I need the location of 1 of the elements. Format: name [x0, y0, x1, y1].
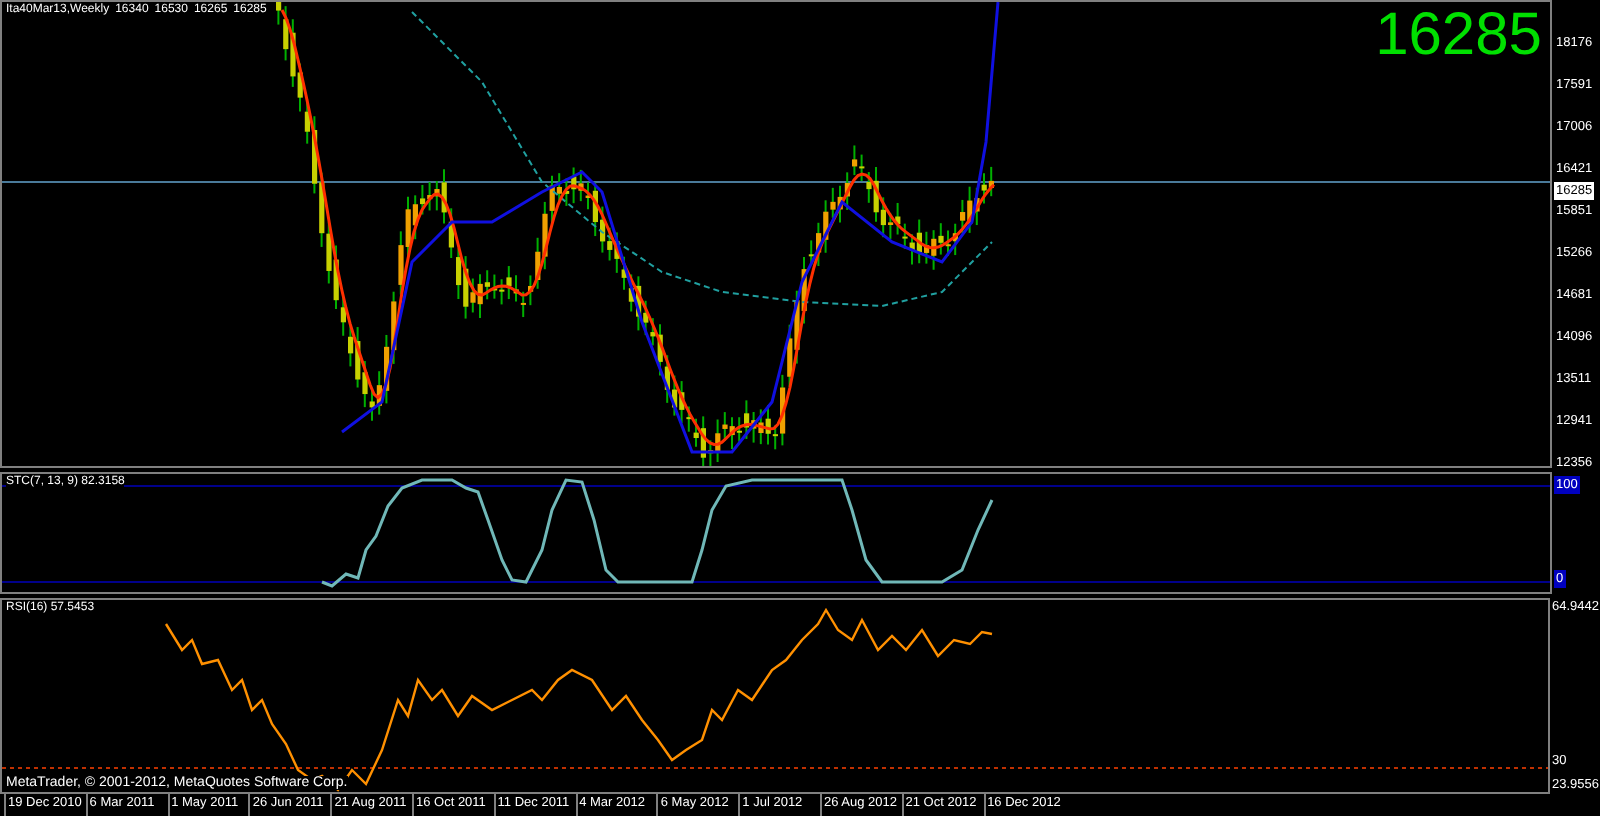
last-price: 16285 — [1375, 6, 1542, 66]
